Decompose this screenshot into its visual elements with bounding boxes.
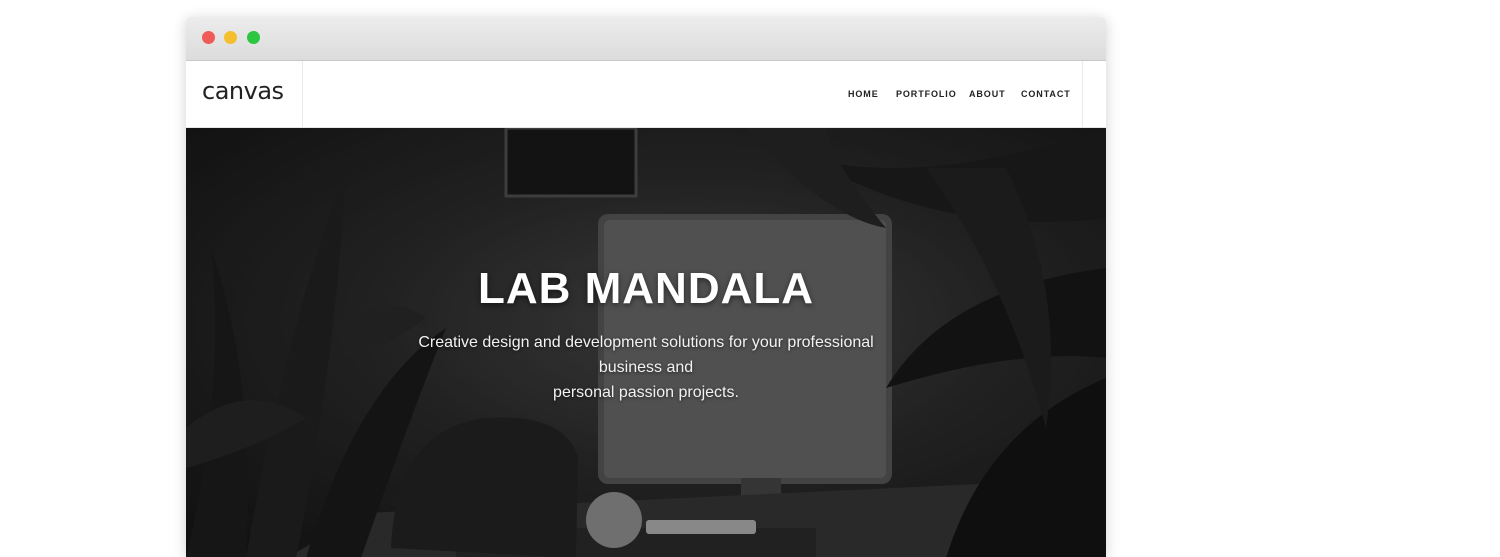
minimize-window-button[interactable]	[224, 31, 237, 44]
hero-title: LAB MANDALA	[477, 264, 815, 313]
hero-subtitle-line-2: personal passion projects.	[553, 384, 739, 401]
nav-home-wrap: HOME	[848, 61, 879, 127]
maximize-window-button[interactable]	[247, 31, 260, 44]
close-window-button[interactable]	[202, 31, 215, 44]
site-header: canvas HOME PORTFOLIO ABOUT CONTACT	[186, 61, 1106, 128]
nav-contact-wrap: CONTACT	[1021, 61, 1071, 127]
hero-section: LAB MANDALA Creative design and developm…	[186, 128, 1106, 557]
nav-home[interactable]: HOME	[848, 89, 879, 99]
hero-subtitle: Creative design and development solution…	[386, 330, 906, 405]
browser-window: canvas HOME PORTFOLIO ABOUT CONTACT LAB …	[186, 17, 1106, 557]
nav-about-wrap: ABOUT	[969, 61, 1006, 127]
browser-titlebar	[186, 17, 1106, 61]
logo-container[interactable]: canvas	[186, 61, 303, 127]
site-logo[interactable]: canvas	[202, 77, 284, 105]
nav-portfolio-wrap: PORTFOLIO	[896, 61, 957, 127]
nav-about[interactable]: ABOUT	[969, 89, 1006, 99]
nav-contact[interactable]: CONTACT	[1021, 89, 1071, 99]
nav-portfolio[interactable]: PORTFOLIO	[896, 89, 957, 99]
header-divider	[1082, 61, 1083, 127]
hero-subtitle-line-1: Creative design and development solution…	[418, 334, 874, 376]
